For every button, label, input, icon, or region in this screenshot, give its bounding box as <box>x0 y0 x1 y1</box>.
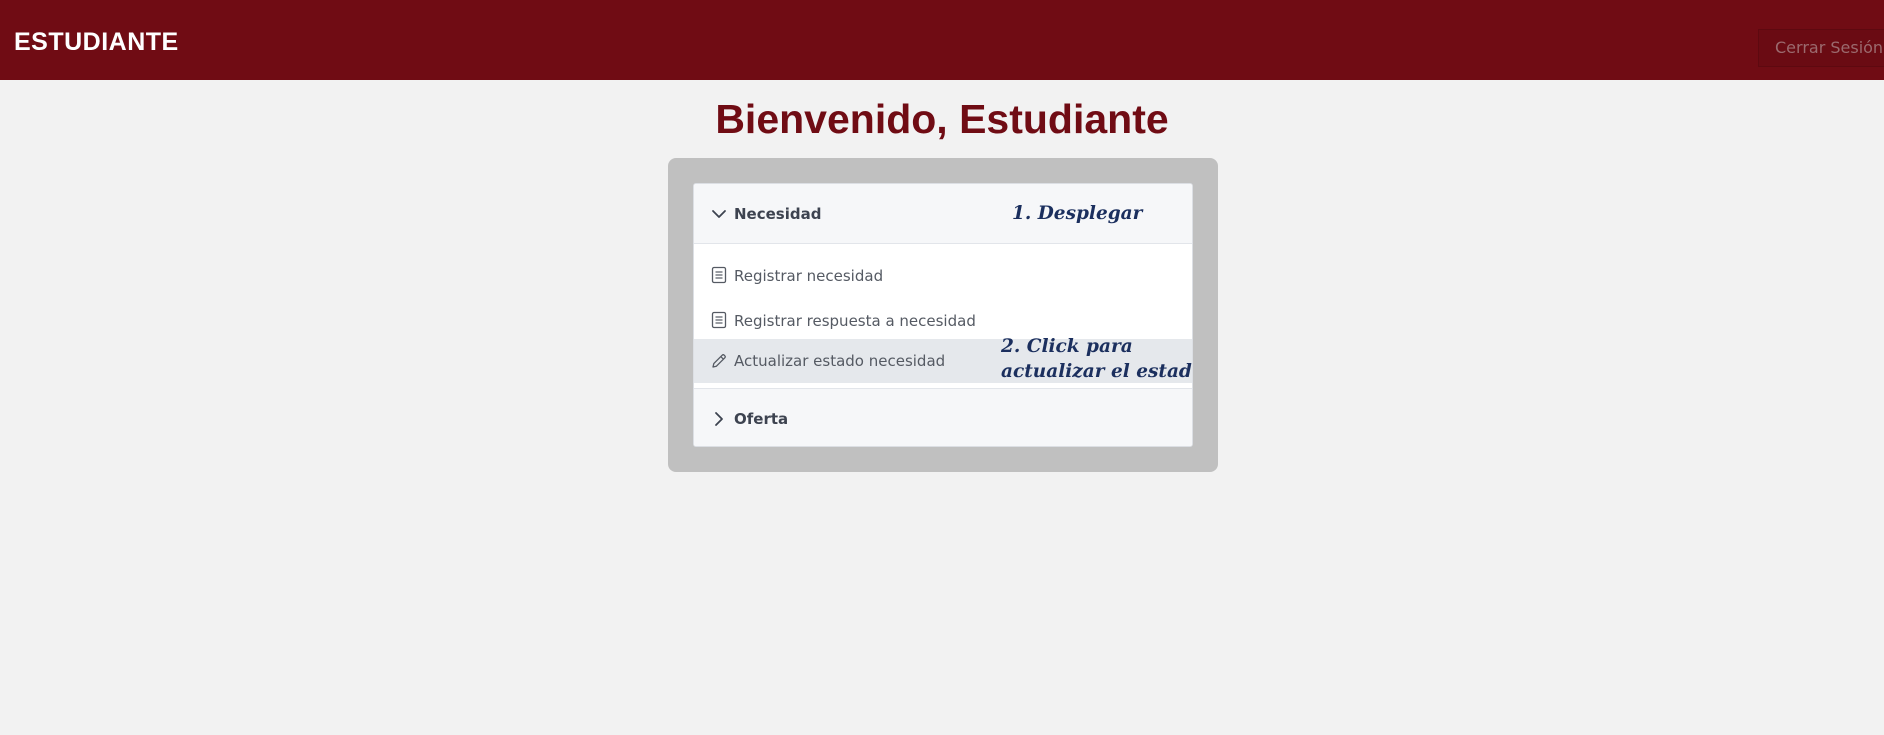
annotation-step-2: 2. Click para actualizar el estado <box>1001 334 1193 384</box>
accordion-header-necesidad[interactable]: Necesidad 1. Desplegar <box>694 184 1192 244</box>
accordion-header-oferta[interactable]: Oferta <box>694 388 1192 446</box>
page-title: Bienvenido, Estudiante <box>715 96 1169 142</box>
annotation-step-2-line-2: actualizar el estado <box>1001 361 1193 382</box>
panel-menu: Necesidad 1. Desplegar Registrar necesid… <box>693 183 1193 447</box>
chevron-right-icon <box>715 412 723 426</box>
menu-item-label: Registrar respuesta a necesidad <box>734 312 976 330</box>
document-list-icon <box>711 266 727 284</box>
menu-item-label: Actualizar estado necesidad <box>734 352 946 370</box>
chevron-down-icon <box>712 210 726 218</box>
menu-item-label: Registrar necesidad <box>734 267 884 285</box>
annotation-step-2-line-1: 2. Click para <box>1001 336 1133 357</box>
document-list-icon <box>711 311 727 329</box>
accordion-label: Oferta <box>734 410 789 428</box>
menu-item-registrar-necesidad[interactable]: Registrar necesidad <box>694 253 1192 297</box>
pencil-icon <box>712 354 726 368</box>
brand-title: ESTUDIANTE <box>14 28 179 56</box>
logout-button[interactable]: Cerrar Sesión <box>1758 29 1884 67</box>
top-navbar: ESTUDIANTE Cerrar Sesión <box>0 0 1884 80</box>
annotation-step-1: 1. Desplegar <box>1012 203 1143 224</box>
menu-card: Necesidad 1. Desplegar Registrar necesid… <box>668 158 1218 472</box>
accordion-label: Necesidad <box>734 205 822 223</box>
